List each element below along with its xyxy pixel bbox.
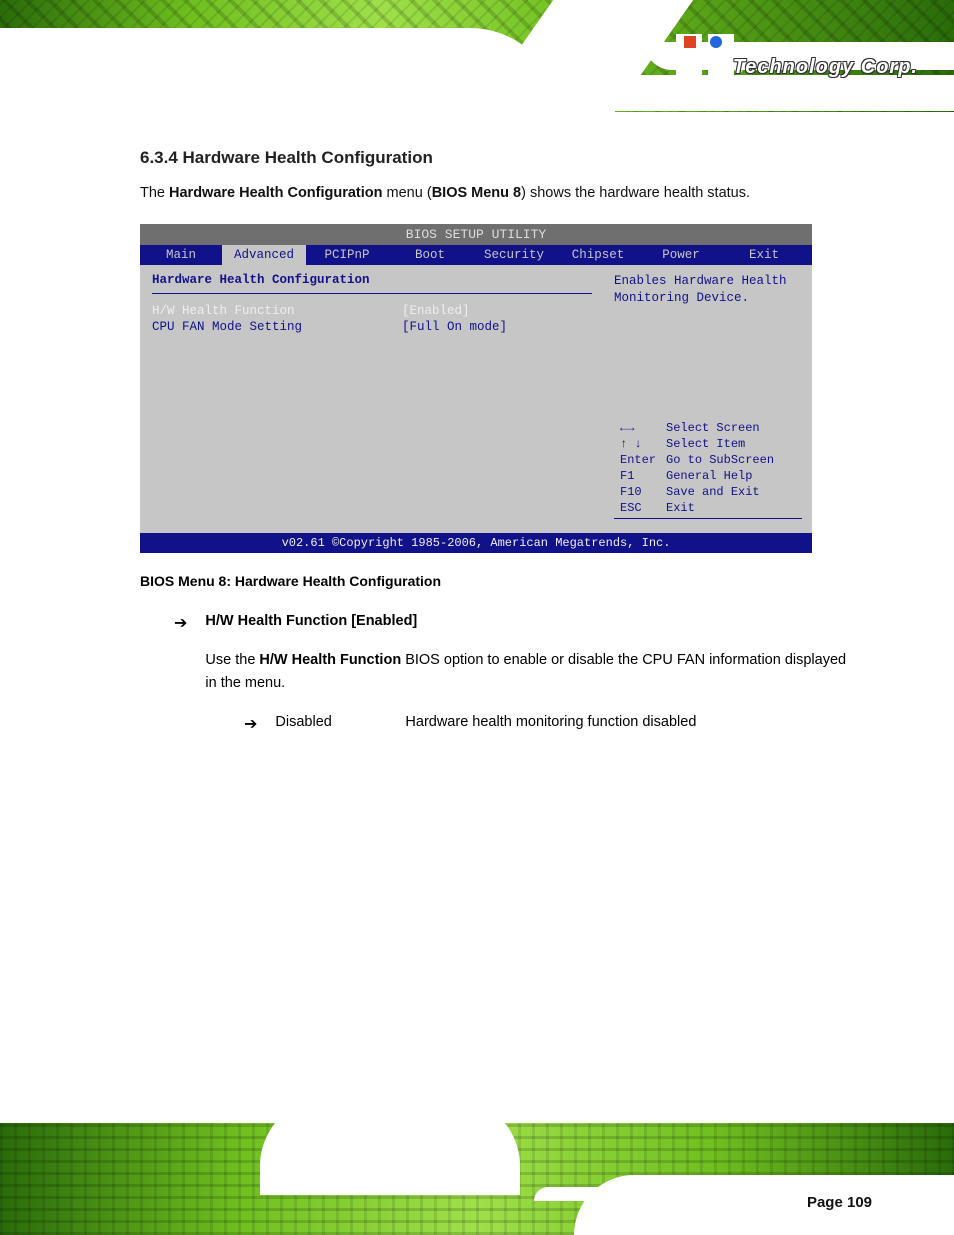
bios-key-row: EnterGo to SubScreen bbox=[616, 453, 778, 467]
bios-key-3: F1 bbox=[616, 469, 660, 483]
left-right-arrow-icon: ←→ bbox=[616, 421, 660, 435]
option-title: H/W Health Function [Enabled] bbox=[205, 613, 854, 629]
intro-text-1: The bbox=[140, 185, 169, 201]
bios-menu-advanced[interactable]: Advanced bbox=[222, 245, 306, 265]
bios-key-2-desc: Go to SubScreen bbox=[662, 453, 778, 467]
bios-item-2-name: CPU FAN Mode Setting bbox=[152, 320, 402, 334]
bios-item-1[interactable]: H/W Health Function [Enabled] bbox=[152, 304, 592, 318]
option-sub-desc: Hardware health monitoring function disa… bbox=[405, 714, 696, 730]
bios-menu-boot[interactable]: Boot bbox=[388, 245, 472, 265]
bios-key-5-desc: Exit bbox=[662, 501, 778, 515]
bios-key-row: F10Save and Exit bbox=[616, 485, 778, 499]
header-white-strip-lower bbox=[274, 75, 954, 111]
bios-key-2: Enter bbox=[616, 453, 660, 467]
bios-menu-exit[interactable]: Exit bbox=[722, 245, 806, 265]
right-arrow-icon: ➔ bbox=[174, 613, 187, 633]
bios-key-row: ←→Select Screen bbox=[616, 421, 778, 435]
bios-key-5: ESC bbox=[616, 501, 660, 515]
footer-curve-2 bbox=[574, 1175, 954, 1235]
right-arrow-icon: ➔ bbox=[244, 714, 257, 734]
bios-item-2-value: [Full On mode] bbox=[402, 320, 507, 334]
bios-menu-bar: Main Advanced PCIPnP Boot Security Chips… bbox=[140, 245, 812, 265]
bios-menu-pcipnp[interactable]: PCIPnP bbox=[306, 245, 388, 265]
figure-caption: BIOS Menu 8: Hardware Health Configurati… bbox=[140, 573, 854, 589]
footer-decoration bbox=[0, 1123, 954, 1235]
intro-ref: BIOS Menu 8 bbox=[432, 185, 521, 201]
intro-text-2: menu ( bbox=[383, 185, 432, 201]
section-heading: 6.3.4 Hardware Health Configuration bbox=[140, 148, 854, 168]
bios-menu-main[interactable]: Main bbox=[140, 245, 222, 265]
option-description: Use the H/W Health Function BIOS option … bbox=[205, 649, 854, 694]
bios-item-2[interactable]: CPU FAN Mode Setting [Full On mode] bbox=[152, 320, 592, 334]
bios-key-4: F10 bbox=[616, 485, 660, 499]
section-intro: The Hardware Health Configuration menu (… bbox=[140, 182, 854, 204]
bios-key-row: ↑ ↓Select Item bbox=[616, 437, 778, 451]
brand-corp-text: Technology Corp. bbox=[733, 56, 918, 79]
option-sub-list: ➔ Disabled Hardware health monitoring fu… bbox=[244, 714, 854, 734]
option-block: ➔ H/W Health Function [Enabled] Use the … bbox=[174, 613, 854, 734]
bios-menu-security[interactable]: Security bbox=[472, 245, 556, 265]
page-number: Page 109 bbox=[807, 1194, 872, 1211]
bios-left-panel: Hardware Health Configuration H/W Health… bbox=[140, 265, 604, 533]
logo-dots bbox=[704, 36, 718, 50]
bios-key-4-desc: Save and Exit bbox=[662, 485, 778, 499]
bios-right-panel: Enables Hardware Health Monitoring Devic… bbox=[604, 265, 812, 533]
bios-item-1-name: H/W Health Function bbox=[152, 304, 402, 318]
bios-utility-title: BIOS SETUP UTILITY bbox=[140, 224, 812, 245]
option-sub-row: ➔ Disabled Hardware health monitoring fu… bbox=[244, 714, 854, 734]
bios-key-legend: ←→Select Screen ↑ ↓Select Item EnterGo t… bbox=[614, 419, 802, 525]
bios-rule bbox=[152, 293, 592, 294]
bios-key-row: ESCExit bbox=[616, 501, 778, 515]
bios-key-3-desc: General Help bbox=[662, 469, 778, 483]
bios-key-1-desc: Select Item bbox=[662, 437, 778, 451]
bios-menu-chipset[interactable]: Chipset bbox=[556, 245, 640, 265]
bios-footer: v02.61 ©Copyright 1985-2006, American Me… bbox=[140, 533, 812, 553]
bios-item-1-value: [Enabled] bbox=[402, 304, 470, 318]
bios-hint-text: Enables Hardware Health Monitoring Devic… bbox=[614, 273, 802, 307]
bios-right-divider bbox=[614, 518, 802, 519]
logo-dot-blue bbox=[710, 36, 722, 48]
bios-key-0-desc: Select Screen bbox=[662, 421, 778, 435]
option-sub-name: Disabled bbox=[275, 714, 405, 730]
bios-key-row: F1General Help bbox=[616, 469, 778, 483]
bios-menu-power[interactable]: Power bbox=[640, 245, 722, 265]
intro-bold: Hardware Health Configuration bbox=[169, 185, 383, 201]
bios-panel-heading: Hardware Health Configuration bbox=[152, 273, 592, 287]
brand-logo bbox=[676, 34, 738, 80]
bios-screenshot: BIOS SETUP UTILITY Main Advanced PCIPnP … bbox=[140, 224, 812, 553]
intro-text-3: ) shows the hardware health status. bbox=[521, 185, 750, 201]
up-down-arrow-icon: ↑ ↓ bbox=[616, 437, 660, 451]
logo-dot-red bbox=[684, 36, 696, 48]
bios-body: Hardware Health Configuration H/W Health… bbox=[140, 265, 812, 533]
